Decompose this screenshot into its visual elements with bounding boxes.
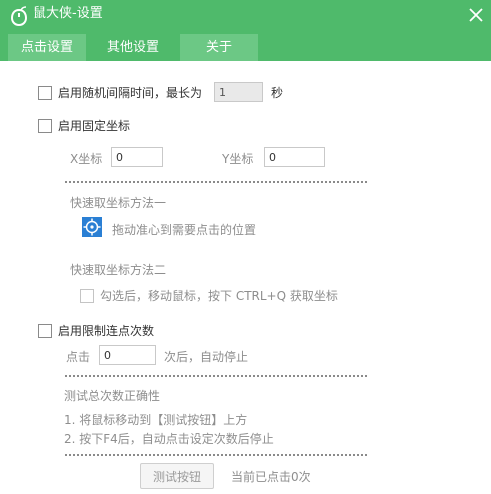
click-count-input[interactable] (99, 345, 156, 365)
random-interval-checkbox[interactable]: 启用随机间隔时间，最长为 (38, 85, 208, 103)
method2-title: 快速取坐标方法二 (70, 263, 167, 277)
divider (65, 454, 367, 456)
fixed-coords-label: 启用固定坐标 (58, 119, 131, 133)
title-bar: 鼠大侠-设置 (0, 0, 491, 31)
y-coord-input[interactable] (264, 147, 325, 167)
tab-about[interactable]: 关于 (180, 34, 258, 61)
fixed-coords-checkbox[interactable]: 启用固定坐标 (38, 118, 138, 136)
limit-clicks-checkbox[interactable]: 启用限制连点次数 (38, 323, 168, 341)
mouse-logo-icon (10, 6, 28, 26)
click-count-suffix: 次后，自动停止 (164, 350, 249, 364)
method1-hint: 拖动准心到需要点击的位置 (112, 223, 257, 237)
click-count-prefix: 点击 (66, 350, 91, 364)
divider (65, 375, 367, 377)
checkbox-box[interactable] (80, 289, 94, 303)
method2-hotkey-label: 勾选后，移动鼠标，按下 CTRL+Q 获取坐标 (100, 289, 338, 303)
random-interval-label: 启用随机间隔时间，最长为 (58, 86, 203, 100)
tab-other-settings[interactable]: 其他设置 (94, 34, 172, 61)
method2-hotkey-checkbox[interactable]: 勾选后，移动鼠标，按下 CTRL+Q 获取坐标 (80, 288, 350, 306)
checkbox-box[interactable] (38, 86, 52, 100)
test-step2: 2. 按下F4后，自动点击设定次数后停止 (64, 432, 274, 446)
seconds-unit-label: 秒 (271, 86, 284, 100)
y-coord-label: Y坐标 (222, 152, 254, 166)
crosshair-drag-icon[interactable] (82, 217, 102, 237)
click-count-status: 当前已点击0次 (231, 470, 311, 484)
test-button[interactable]: 测试按钮 (140, 463, 214, 489)
checkbox-box[interactable] (38, 119, 52, 133)
tab-bar: 点击设置 其他设置 关于 (0, 31, 491, 61)
x-coord-label: X坐标 (70, 152, 103, 166)
window-title: 鼠大侠-设置 (33, 6, 103, 21)
test-step1: 1. 将鼠标移动到【测试按钮】上方 (64, 413, 248, 427)
limit-clicks-label: 启用限制连点次数 (58, 324, 155, 338)
checkbox-box[interactable] (38, 324, 52, 338)
method1-title: 快速取坐标方法一 (70, 196, 167, 210)
tab-click-settings[interactable]: 点击设置 (8, 34, 86, 61)
divider (65, 181, 367, 183)
test-title: 测试总次数正确性 (64, 389, 161, 403)
close-icon[interactable] (466, 5, 486, 25)
x-coord-input[interactable] (111, 147, 163, 167)
max-interval-input[interactable] (214, 82, 263, 102)
